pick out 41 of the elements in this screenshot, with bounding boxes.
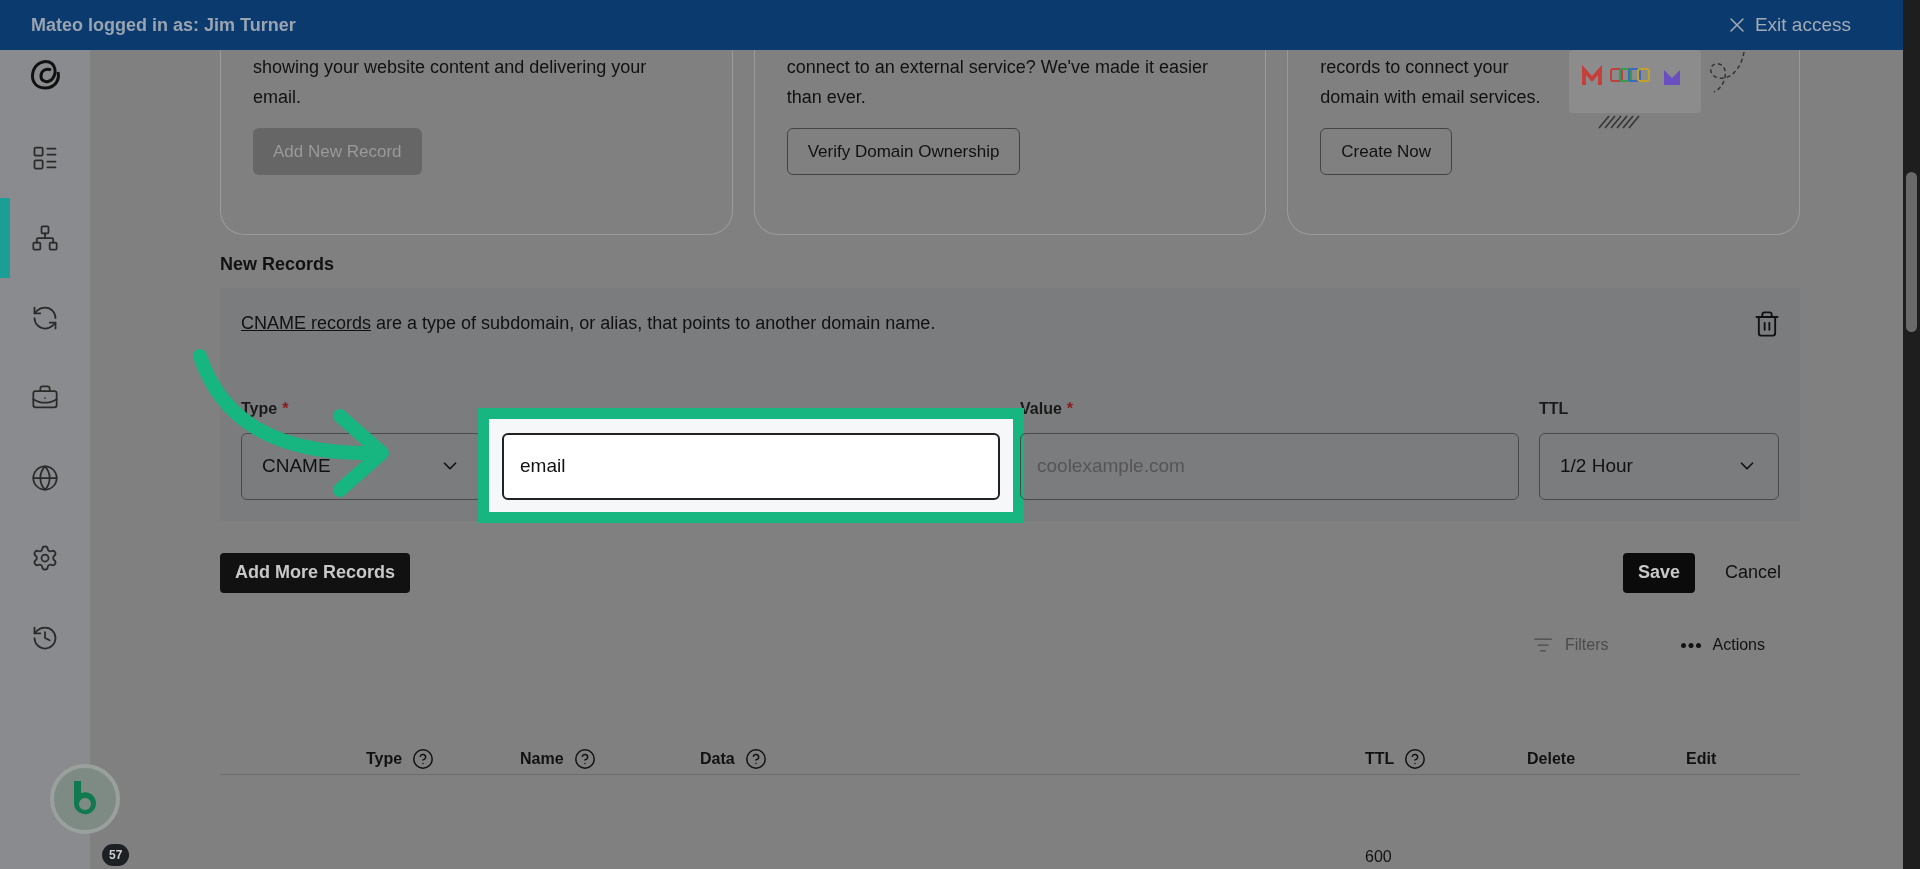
required-mark: * bbox=[282, 398, 289, 419]
column-header: TTL bbox=[1365, 748, 1395, 769]
help-icon[interactable] bbox=[744, 747, 767, 770]
field-label: Type bbox=[241, 398, 278, 419]
list-icon bbox=[31, 144, 59, 172]
select-field[interactable]: 1/2 Hour bbox=[1539, 432, 1779, 500]
column-header: Data bbox=[700, 748, 735, 769]
exit-access-button[interactable]: Exit access bbox=[1724, 10, 1851, 40]
field-label: Value bbox=[1020, 398, 1062, 419]
card-text: connect to an external service? We've made it easier than ever. bbox=[786, 56, 1209, 109]
save-button[interactable]: Save bbox=[1622, 552, 1695, 593]
card-button[interactable]: Create Now bbox=[1320, 128, 1453, 175]
banner-text: Mateo logged in as: Jim Turner bbox=[31, 13, 296, 37]
section-title: New Records bbox=[220, 252, 336, 275]
help-icon[interactable] bbox=[573, 747, 596, 770]
card-text: records to connect your domain with email services. bbox=[1320, 56, 1542, 109]
column-header: Name bbox=[520, 748, 564, 769]
sync-icon bbox=[31, 304, 59, 332]
field-label: TTL bbox=[1539, 398, 1569, 419]
cancel-button[interactable]: Cancel bbox=[1724, 559, 1781, 587]
delete-icon[interactable] bbox=[1753, 309, 1781, 338]
help-icon[interactable] bbox=[412, 747, 435, 770]
card-text: showing your website content and delivering your email. bbox=[253, 56, 648, 109]
input-field[interactable]: email bbox=[502, 432, 1000, 500]
settings-icon bbox=[31, 544, 59, 572]
table-cell-text: 600 bbox=[1365, 847, 1392, 867]
column-header: Delete bbox=[1527, 748, 1576, 769]
globe-icon bbox=[31, 464, 59, 492]
required-mark: * bbox=[1066, 398, 1074, 419]
help-icon[interactable] bbox=[1404, 747, 1427, 770]
more-icon bbox=[1680, 643, 1701, 648]
cname-records-link[interactable]: CNAME records bbox=[241, 313, 372, 334]
history-icon bbox=[31, 624, 59, 652]
actions-button[interactable]: Actions bbox=[1680, 633, 1765, 658]
sitemap-icon bbox=[31, 224, 59, 252]
column-header: Type bbox=[366, 748, 403, 769]
record-description: CNAME records are a type of subdomain, or alias, that points to another domain name. bbox=[241, 312, 936, 336]
column-header: Edit bbox=[1686, 748, 1717, 769]
add-more-records-button[interactable]: Add More Records bbox=[220, 552, 411, 593]
notification-count: 57 bbox=[102, 844, 130, 866]
card-button[interactable]: Verify Domain Ownership bbox=[786, 128, 1021, 175]
